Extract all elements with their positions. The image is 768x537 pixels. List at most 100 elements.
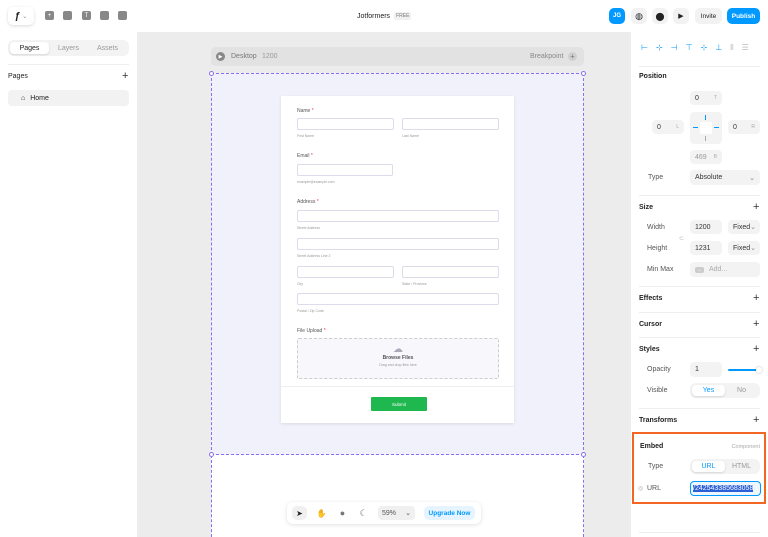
align-left-icon[interactable]: ⊢: [641, 43, 648, 53]
minmax-input[interactable]: ↔ Add...: [690, 262, 760, 277]
effects-title: Effects: [639, 295, 663, 302]
add-breakpoint-icon[interactable]: +: [568, 52, 577, 61]
resize-handle[interactable]: [209, 71, 214, 76]
left-panel-tabs: Pages Layers Assets: [8, 40, 129, 56]
visible-yes[interactable]: Yes: [692, 385, 725, 396]
resize-handle[interactable]: [581, 71, 586, 76]
project-title[interactable]: Jotformers: [357, 13, 390, 20]
align-center-h-icon[interactable]: ⊹: [656, 43, 663, 53]
plan-badge: FREE: [394, 12, 412, 20]
resize-handle[interactable]: [581, 452, 586, 457]
link-icon[interactable]: ⊂: [679, 235, 684, 242]
visible-toggle: Yes No: [690, 383, 760, 398]
avatar[interactable]: JG: [609, 8, 625, 24]
select-tool-icon[interactable]: ➤: [292, 506, 307, 520]
preview-icon[interactable]: ▶: [216, 52, 225, 61]
street2-input[interactable]: [297, 238, 499, 250]
divider: [639, 532, 760, 533]
state-input[interactable]: [402, 266, 499, 278]
height-input[interactable]: 1231: [690, 241, 722, 255]
zoom-select[interactable]: 59% ⌄: [378, 506, 415, 520]
globe-icon[interactable]: ◍: [631, 8, 647, 24]
add-size-icon[interactable]: +: [753, 201, 759, 213]
embed-type-html[interactable]: HTML: [725, 461, 758, 472]
zip-input[interactable]: [297, 293, 499, 305]
visible-no[interactable]: No: [725, 385, 758, 396]
file-upload-dropzone[interactable]: ☁ Browse Files Drag and drop files here: [297, 338, 499, 379]
comment-icon[interactable]: ●: [335, 506, 350, 520]
tab-layers[interactable]: Layers: [49, 42, 88, 54]
framer-menu-button[interactable]: ƒ ⌄: [8, 7, 34, 25]
cms-icon[interactable]: [100, 11, 109, 20]
add-page-icon[interactable]: +: [122, 70, 128, 82]
city-input[interactable]: [297, 266, 394, 278]
height-mode-select[interactable]: Fixed ⌄: [728, 241, 760, 255]
browse-files[interactable]: Browse Files: [298, 355, 498, 361]
framer-logo-icon: ƒ: [14, 10, 21, 22]
invite-button[interactable]: Invite: [695, 8, 722, 24]
styles-title: Styles: [639, 346, 660, 353]
type-label: Type: [648, 174, 664, 181]
add-style-icon[interactable]: +: [753, 343, 759, 355]
tab-assets[interactable]: Assets: [88, 42, 127, 54]
city-hint: City: [297, 282, 304, 286]
submit-button[interactable]: Submit: [371, 397, 427, 411]
breakpoint-width: 1200: [262, 53, 278, 60]
first-name-input[interactable]: [297, 118, 394, 130]
slider-thumb[interactable]: [756, 367, 762, 373]
insert-icon[interactable]: +: [45, 11, 54, 20]
constraints-widget[interactable]: [690, 112, 722, 144]
first-name-hint: First Name: [297, 134, 315, 138]
distribute-h-icon[interactable]: ⫴: [730, 43, 733, 53]
breakpoint-name: Desktop: [231, 53, 257, 60]
embed-url-label: URL: [647, 485, 662, 492]
width-label: Width: [647, 224, 665, 231]
width-input[interactable]: 1200: [690, 220, 722, 234]
upgrade-button[interactable]: Upgrade Now: [424, 506, 475, 520]
add-effect-icon[interactable]: +: [753, 292, 759, 304]
last-name-input[interactable]: [402, 118, 499, 130]
frame-overflow: [211, 455, 584, 537]
last-name-hint: Last Name: [402, 134, 419, 138]
distribute-v-icon[interactable]: ☰: [742, 43, 749, 53]
page-item-home[interactable]: ⌂ Home: [8, 90, 129, 106]
embed-tag: Component: [731, 444, 760, 450]
divider: [639, 195, 760, 196]
add-transform-icon[interactable]: +: [753, 414, 759, 426]
right-panel: ⊢ ⊹ ⊣ ⊤ ⊹ ⊥ ⫴ ☰ Position 0T 0L 0R 469 B Type Abs…: [631, 32, 768, 537]
embed-type-url[interactable]: URL: [692, 461, 725, 472]
layout-icon[interactable]: [63, 11, 72, 20]
position-right-input[interactable]: 0R: [728, 120, 760, 134]
size-title: Size: [639, 204, 654, 211]
dark-mode-icon[interactable]: ☾: [356, 506, 371, 520]
resize-handle[interactable]: [209, 452, 214, 457]
street-input[interactable]: [297, 210, 499, 222]
components-icon[interactable]: [118, 11, 127, 20]
tab-pages[interactable]: Pages: [10, 42, 49, 54]
align-top-icon[interactable]: ⊤: [686, 43, 693, 53]
opacity-slider[interactable]: [728, 367, 762, 373]
align-bottom-icon[interactable]: ⊥: [715, 43, 722, 53]
position-top-input[interactable]: 0T: [690, 91, 722, 105]
variable-icon[interactable]: ◎: [638, 485, 643, 492]
left-panel: Pages Layers Assets Pages + ⌂ Home: [0, 32, 137, 537]
play-icon[interactable]: ▶: [673, 8, 689, 24]
width-mode-select[interactable]: Fixed ⌄: [728, 220, 760, 234]
add-cursor-icon[interactable]: +: [753, 318, 759, 330]
position-type-select[interactable]: Absolute ⌄: [690, 170, 760, 185]
position-bottom-input[interactable]: 469 B: [690, 150, 722, 164]
text-icon[interactable]: T: [82, 11, 91, 20]
publish-button[interactable]: Publish: [727, 8, 760, 24]
cursor-title: Cursor: [639, 321, 662, 328]
align-toolbar: ⊢ ⊹ ⊣ ⊤ ⊹ ⊥ ⫴ ☰: [641, 43, 749, 53]
align-right-icon[interactable]: ⊣: [671, 43, 678, 53]
align-middle-icon[interactable]: ⊹: [701, 43, 708, 53]
embed-url-input[interactable]: /242543385683058: [690, 481, 761, 496]
embed-title: Embed: [640, 443, 664, 450]
hand-tool-icon[interactable]: ✋: [314, 506, 329, 520]
zoom-value: 59%: [382, 509, 397, 517]
email-input[interactable]: [297, 164, 393, 176]
position-left-input[interactable]: 0L: [652, 120, 684, 134]
settings-icon[interactable]: ⬤: [652, 8, 668, 24]
opacity-input[interactable]: 1: [690, 362, 722, 377]
